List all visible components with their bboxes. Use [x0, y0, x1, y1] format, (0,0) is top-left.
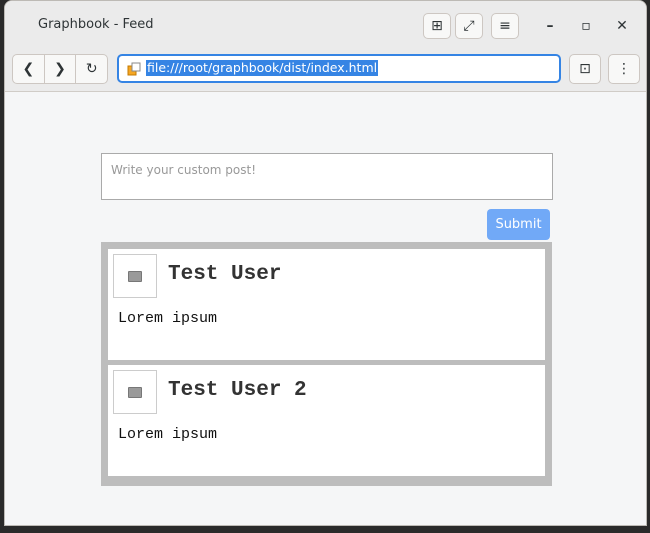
post-placeholder: Write your custom post!: [111, 163, 257, 177]
forward-icon: ❯: [54, 61, 66, 77]
back-button[interactable]: ❮: [13, 55, 45, 83]
window-title: Graphbook - Feed: [38, 17, 154, 32]
fullscreen-button[interactable]: ⤢: [455, 13, 483, 39]
post-text: Lorem ipsum: [118, 310, 218, 327]
more-icon: ⋮: [617, 61, 631, 77]
avatar: [113, 370, 157, 414]
new-tab-button[interactable]: ⊞: [423, 13, 451, 39]
site-info-icon: [127, 62, 141, 76]
new-tab-icon: ⊞: [431, 18, 443, 34]
navigation-toolbar: ❮ ❯ ↻ file:///root/graphbook/dist/index.…: [5, 49, 646, 92]
nav-buttons: ❮ ❯ ↻: [12, 54, 108, 84]
fullscreen-icon: ⤢: [463, 18, 475, 34]
menu-icon: ≡: [499, 18, 511, 34]
reload-icon: ↻: [85, 61, 98, 77]
post-username: Test User: [168, 263, 282, 286]
address-bar[interactable]: file:///root/graphbook/dist/index.html: [117, 54, 561, 83]
menu-button[interactable]: ≡: [491, 13, 519, 39]
page-content: Write your custom post! Submit Test User…: [5, 92, 646, 525]
post-username: Test User 2: [168, 379, 307, 402]
more-button[interactable]: ⋮: [608, 54, 640, 84]
forward-button[interactable]: ❯: [45, 55, 77, 83]
avatar-image-icon: [128, 270, 142, 282]
url-text: file:///root/graphbook/dist/index.html: [146, 60, 379, 76]
minimize-button[interactable]: –: [538, 14, 562, 38]
close-icon: ✕: [616, 18, 628, 34]
post-item: Test User Lorem ipsum: [108, 249, 545, 360]
bookmark-icon: ⊡: [579, 61, 591, 77]
close-button[interactable]: ✕: [610, 14, 634, 38]
bookmark-button[interactable]: ⊡: [569, 54, 601, 84]
browser-window: Graphbook - Feed ⊞ ⤢ ≡ – ▫ ✕ ❮ ❯ ↻ file:…: [4, 0, 647, 526]
avatar: [113, 254, 157, 298]
avatar-image-icon: [128, 386, 142, 398]
post-item: Test User 2 Lorem ipsum: [108, 365, 545, 476]
post-textarea[interactable]: Write your custom post!: [101, 153, 553, 200]
back-icon: ❮: [22, 61, 35, 77]
maximize-button[interactable]: ▫: [574, 14, 598, 38]
post-text: Lorem ipsum: [118, 426, 218, 443]
titlebar: Graphbook - Feed ⊞ ⤢ ≡ – ▫ ✕: [5, 1, 646, 50]
minimize-icon: –: [546, 18, 554, 34]
maximize-icon: ▫: [581, 18, 591, 34]
submit-button[interactable]: Submit: [487, 209, 550, 240]
feed: Test User Lorem ipsum Test User 2 Lorem …: [101, 242, 552, 486]
reload-button[interactable]: ↻: [76, 55, 107, 83]
